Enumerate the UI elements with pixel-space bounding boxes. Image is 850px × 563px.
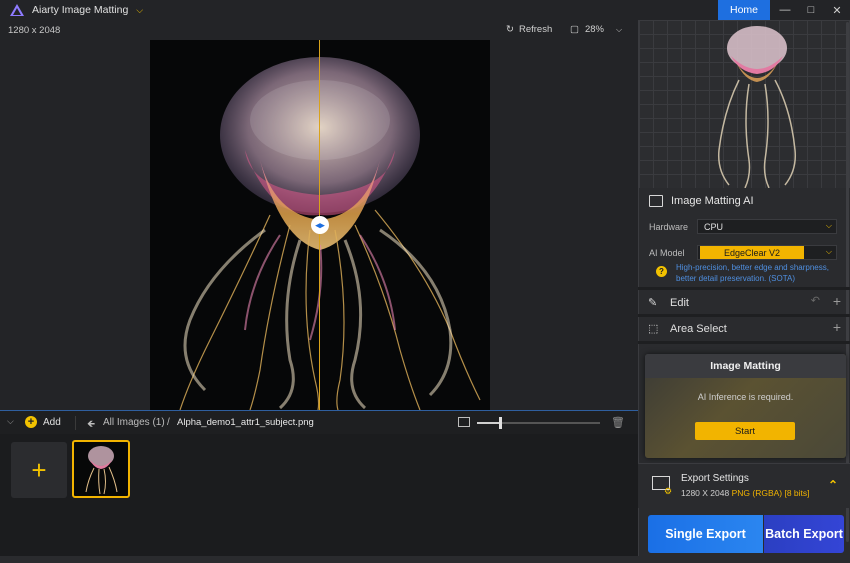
image-matting-dialog: Image Matting AI Inference is required. … (645, 354, 846, 458)
ai-model-label: AI Model (649, 248, 685, 258)
maximize-icon[interactable]: □ (798, 0, 824, 20)
add-label: Add (43, 416, 61, 428)
export-dimensions: 1280 X 2048 (681, 488, 730, 498)
export-settings[interactable]: ⚙ Export Settings 1280 X 2048 PNG (RGBA)… (638, 463, 850, 508)
horizontal-scrollbar[interactable] (0, 556, 850, 563)
edit-section[interactable]: ✎ Edit ↶ + (638, 290, 850, 315)
jellyfish-thumbnail (85, 446, 118, 495)
area-select-label: Area Select (670, 322, 727, 335)
image-thumbnail[interactable] (72, 440, 130, 498)
home-button[interactable]: Home (718, 0, 770, 20)
ai-section-title: Image Matting AI (671, 195, 754, 207)
app-logo-icon (10, 4, 24, 16)
refresh-label: Refresh (518, 24, 553, 35)
zoom-value: 28% (584, 24, 604, 35)
edit-icon: ✎ (648, 297, 658, 309)
ai-model-value: EdgeClear V2 (700, 246, 804, 259)
area-select-section[interactable]: ⬚ Area Select + (638, 316, 850, 341)
thumbnail-size-slider[interactable] (477, 422, 600, 424)
batch-export-button[interactable]: Batch Export (764, 515, 844, 553)
help-icon[interactable]: ? (656, 266, 667, 277)
section-divider (638, 341, 850, 344)
area-select-icon: ⬚ (648, 323, 659, 335)
expand-area-select-icon[interactable]: + (833, 319, 841, 335)
preview-image (717, 26, 797, 188)
minimize-icon[interactable]: — (772, 0, 798, 20)
thumbnail-size-icon (458, 417, 470, 427)
edit-label: Edit (670, 296, 689, 309)
add-icon: + (25, 416, 37, 428)
image-matting-ai-header: Image Matting AI (649, 195, 754, 207)
breadcrumb-file-name: Alpha_demo1_attr1_subject.png (177, 417, 314, 428)
export-format: PNG (RGBA) [8 bits] (731, 488, 810, 498)
chevron-down-icon: ⌵ (825, 221, 832, 230)
breadcrumb-separator: / (167, 417, 170, 428)
gallery-toolbar: ⌵ + Add 🡸 All Images (1) / Alpha_demo1_a… (0, 410, 638, 434)
close-icon[interactable]: ✕ (824, 0, 850, 20)
single-export-button[interactable]: Single Export (648, 515, 763, 553)
model-description: High-precision, better edge and sharpnes… (676, 263, 829, 283)
all-images-link[interactable]: All Images (1) (103, 417, 165, 428)
ai-model-select[interactable]: EdgeClear V2 ⌵ (697, 245, 837, 260)
hardware-value: CPU (704, 221, 724, 232)
image-gallery: + (0, 434, 638, 563)
chevron-down-icon: ⌵ (825, 247, 832, 256)
toolbar-divider (75, 416, 76, 430)
slider-fill (477, 422, 501, 424)
collapse-icon[interactable]: ⌵ (7, 416, 14, 427)
start-button[interactable]: Start (695, 422, 795, 440)
dialog-message: AI Inference is required. (697, 392, 794, 402)
trash-icon[interactable]: 🗑 (611, 416, 625, 429)
chevron-up-icon[interactable]: ⌃ (828, 478, 838, 492)
gear-icon: ⚙ (664, 486, 673, 496)
app-title: Aiarty Image Matting (32, 4, 129, 16)
split-handle-icon[interactable]: ◂▸ (311, 216, 329, 234)
zoom-chevron-down-icon[interactable]: ⌵ (616, 25, 622, 35)
export-settings-details: 1280 X 2048 PNG (RGBA) [8 bits] (681, 488, 810, 498)
zoom-fit-icon: ▢ (570, 24, 579, 35)
add-images-button[interactable]: + Add (25, 416, 61, 428)
dialog-title: Image Matting (645, 354, 846, 378)
add-image-tile[interactable]: + (11, 442, 67, 498)
image-dimensions: 1280 x 2048 (8, 25, 61, 36)
back-arrow-icon[interactable]: 🡸 (87, 417, 95, 434)
export-settings-title: Export Settings (681, 473, 749, 484)
refresh-button[interactable]: ↻ Refresh (506, 24, 552, 35)
hardware-select[interactable]: CPU ⌵ (697, 219, 837, 234)
slider-knob[interactable] (499, 417, 503, 429)
zoom-control[interactable]: ▢ 28% ⌵ (570, 24, 622, 35)
refresh-icon: ↻ (506, 24, 514, 35)
undo-icon[interactable]: ↶ (811, 294, 820, 307)
app-menu-chevron-icon[interactable]: ⌵ (136, 5, 143, 16)
expand-edit-icon[interactable]: + (833, 293, 841, 309)
preview-pane (639, 20, 850, 188)
ai-matting-icon (649, 195, 663, 207)
hardware-label: Hardware (649, 222, 689, 232)
